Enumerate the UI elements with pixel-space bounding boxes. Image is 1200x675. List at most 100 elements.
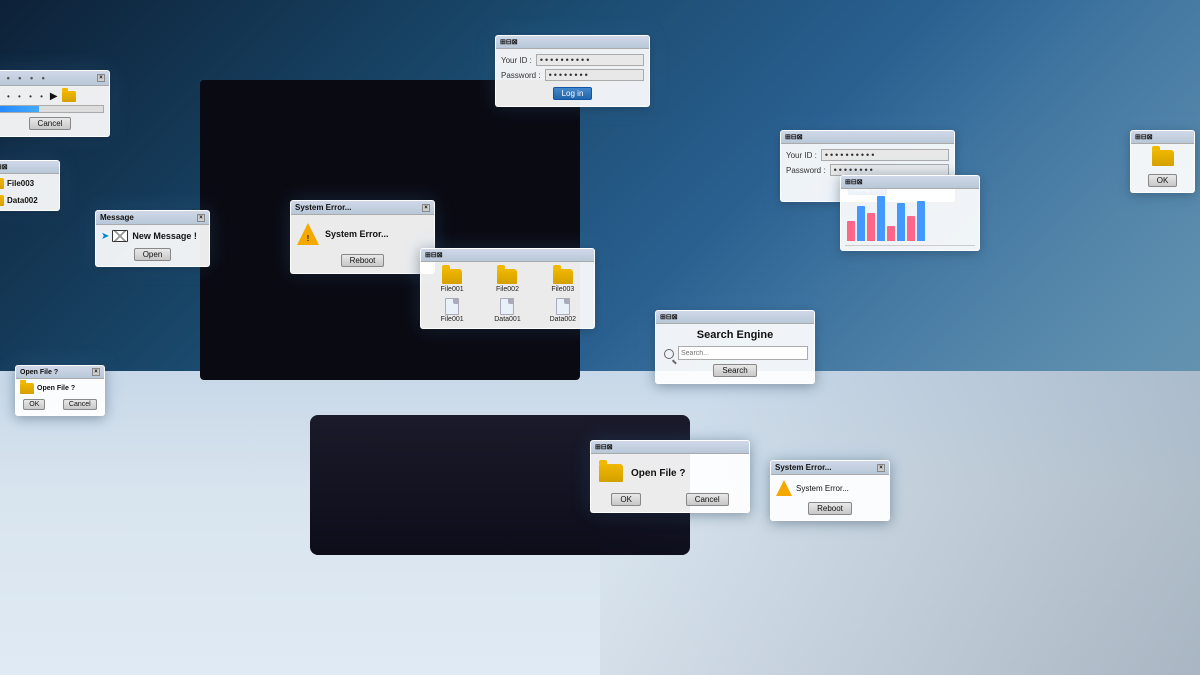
folder-item-3[interactable]: File003 xyxy=(537,267,589,293)
topright-ok-button[interactable]: OK xyxy=(1148,174,1178,187)
chart-titlebar: ⊞⊟⊠ xyxy=(841,176,979,189)
bar-8 xyxy=(917,201,925,241)
search-window: ⊞⊟⊠ Search Engine Search xyxy=(655,310,815,384)
chart-window: ⊞⊟⊠ xyxy=(840,175,980,251)
filemanager-title: • • • • • xyxy=(0,73,48,83)
close-btn-err-sm[interactable]: × xyxy=(877,464,885,472)
login2-id-label: Your ID : xyxy=(786,151,817,160)
filesmall-title: ⊞⊟⊠ xyxy=(0,163,8,171)
openfile-sm-ok[interactable]: OK xyxy=(23,399,45,410)
file-item-2[interactable]: Data001 xyxy=(481,297,533,323)
reboot-button-top[interactable]: Reboot xyxy=(341,254,385,267)
openfile-label: Open File ? xyxy=(631,468,685,479)
search-button[interactable]: Search xyxy=(713,364,756,377)
login2-titlebar: ⊞⊟⊠ xyxy=(781,131,954,144)
folder-item-2[interactable]: File002 xyxy=(481,267,533,293)
reboot-button-small[interactable]: Reboot xyxy=(808,502,852,515)
magnify-icon xyxy=(664,349,674,359)
login1-button[interactable]: Log in xyxy=(553,87,593,100)
filemanager-titlebar: • • • • • × xyxy=(0,71,109,86)
bar-4 xyxy=(877,196,885,241)
message-label: New Message ! xyxy=(132,231,197,241)
chart-bars-area xyxy=(845,193,975,243)
message-window: Message × ➤ New Message ! Open xyxy=(95,210,210,267)
syserror-top-titlebar: System Error... × xyxy=(291,201,434,215)
email-icon xyxy=(112,230,128,242)
openfile-title: ⊞⊟⊠ xyxy=(595,443,613,451)
close-btn[interactable]: × xyxy=(97,74,105,82)
folder-label-3: File003 xyxy=(551,286,574,293)
syserror-top-window: System Error... × ! System Error... Rebo… xyxy=(290,200,435,274)
filemanager-window: • • • • • × • • • • • ▶ Cancel xyxy=(0,70,110,137)
file-item-3[interactable]: Data002 xyxy=(537,297,589,323)
open-button[interactable]: Open xyxy=(134,248,172,261)
openfile-titlebar: ⊞⊟⊠ xyxy=(591,441,749,454)
login1-id-label: Your ID : xyxy=(501,56,532,65)
close-btn-msg[interactable]: × xyxy=(197,214,205,222)
openfile-sm-cancel[interactable]: Cancel xyxy=(63,399,97,410)
search-titlebar: ⊞⊟⊠ xyxy=(656,311,814,324)
bar-5 xyxy=(887,226,895,241)
openfile-window: ⊞⊟⊠ Open File ? OK Cancel xyxy=(590,440,750,513)
syserror-small-label: System Error... xyxy=(796,484,849,493)
openfile-small-title: Open File ? xyxy=(20,369,58,376)
file-icon-3 xyxy=(556,298,570,315)
file-label-3: Data002 xyxy=(550,316,576,323)
openfile-small-titlebar: Open File ? × xyxy=(16,366,104,379)
file-label-1: File001 xyxy=(441,316,464,323)
file-icon-2 xyxy=(500,298,514,315)
fileexplorer-window: ⊞⊟⊠ File001 File002 File003 File001 xyxy=(420,248,595,329)
folder-item-1[interactable]: File001 xyxy=(426,267,478,293)
fileexplorer-titlebar: ⊞⊟⊠ xyxy=(421,249,594,262)
openfile-cancel-button[interactable]: Cancel xyxy=(686,493,729,506)
cancel-button[interactable]: Cancel xyxy=(29,117,72,130)
folder-icon-2 xyxy=(0,195,4,206)
syserror-small-title: System Error... xyxy=(775,463,831,472)
openfile-folder-icon xyxy=(599,464,623,482)
login1-title: ⊞⊟⊠ xyxy=(500,38,518,46)
close-btn-of[interactable]: × xyxy=(92,368,100,376)
topright-window: ⊞⊟⊠ OK xyxy=(1130,130,1195,193)
bar-2 xyxy=(857,206,865,241)
bar-1 xyxy=(847,221,855,241)
file-label-2: Data001 xyxy=(494,316,520,323)
folder-icon-f3 xyxy=(553,269,573,284)
login2-pass-value: •••••••• xyxy=(834,165,875,175)
folder-label-1: File001 xyxy=(441,286,464,293)
message-title: Message xyxy=(100,213,134,222)
login2-pass-label: Password : xyxy=(786,166,826,175)
bar-3 xyxy=(867,213,875,241)
search-title-dots: ⊞⊟⊠ xyxy=(660,313,678,321)
search-engine-title: Search Engine xyxy=(662,329,808,341)
arrow-icon: ➤ xyxy=(101,231,109,242)
openfile-ok-button[interactable]: OK xyxy=(611,493,641,506)
bar-6 xyxy=(897,203,905,241)
folder-icon-f1 xyxy=(442,269,462,284)
login1-id-value: •••••••••• xyxy=(540,55,592,65)
openfile-small-window: Open File ? × Open File ? OK Cancel xyxy=(15,365,105,416)
search-icon xyxy=(662,346,676,360)
progress-bar xyxy=(0,105,104,113)
openfile-sm-label: Open File ? xyxy=(37,385,75,392)
syserror-top-label: System Error... xyxy=(325,229,389,239)
file-label: File003 xyxy=(7,179,34,188)
login1-window: ⊞⊟⊠ Your ID : •••••••••• Password : ••••… xyxy=(495,35,650,107)
search-bar xyxy=(662,346,808,360)
filesmall-titlebar: ⊞⊟⊠ xyxy=(0,161,59,174)
filesmall-window: ⊞⊟⊠ File003 Data002 xyxy=(0,160,60,211)
bar-7 xyxy=(907,216,915,241)
topright-folder-icon xyxy=(1152,150,1174,166)
file-icon-1 xyxy=(445,298,459,315)
close-btn-err[interactable]: × xyxy=(422,204,430,212)
syserror-top-title: System Error... xyxy=(295,203,351,212)
login1-pass-value: •••••••• xyxy=(549,70,590,80)
search-input[interactable] xyxy=(678,346,808,360)
fileexplorer-title: ⊞⊟⊠ xyxy=(425,251,443,259)
folder-label-2: File002 xyxy=(496,286,519,293)
message-titlebar: Message × xyxy=(96,211,209,225)
chart-title: ⊞⊟⊠ xyxy=(845,178,863,186)
syserror-small-window: System Error... × System Error... Reboot xyxy=(770,460,890,521)
login2-title: ⊞⊟⊠ xyxy=(785,133,803,141)
file-label-2: Data002 xyxy=(7,196,38,205)
file-item-1[interactable]: File001 xyxy=(426,297,478,323)
